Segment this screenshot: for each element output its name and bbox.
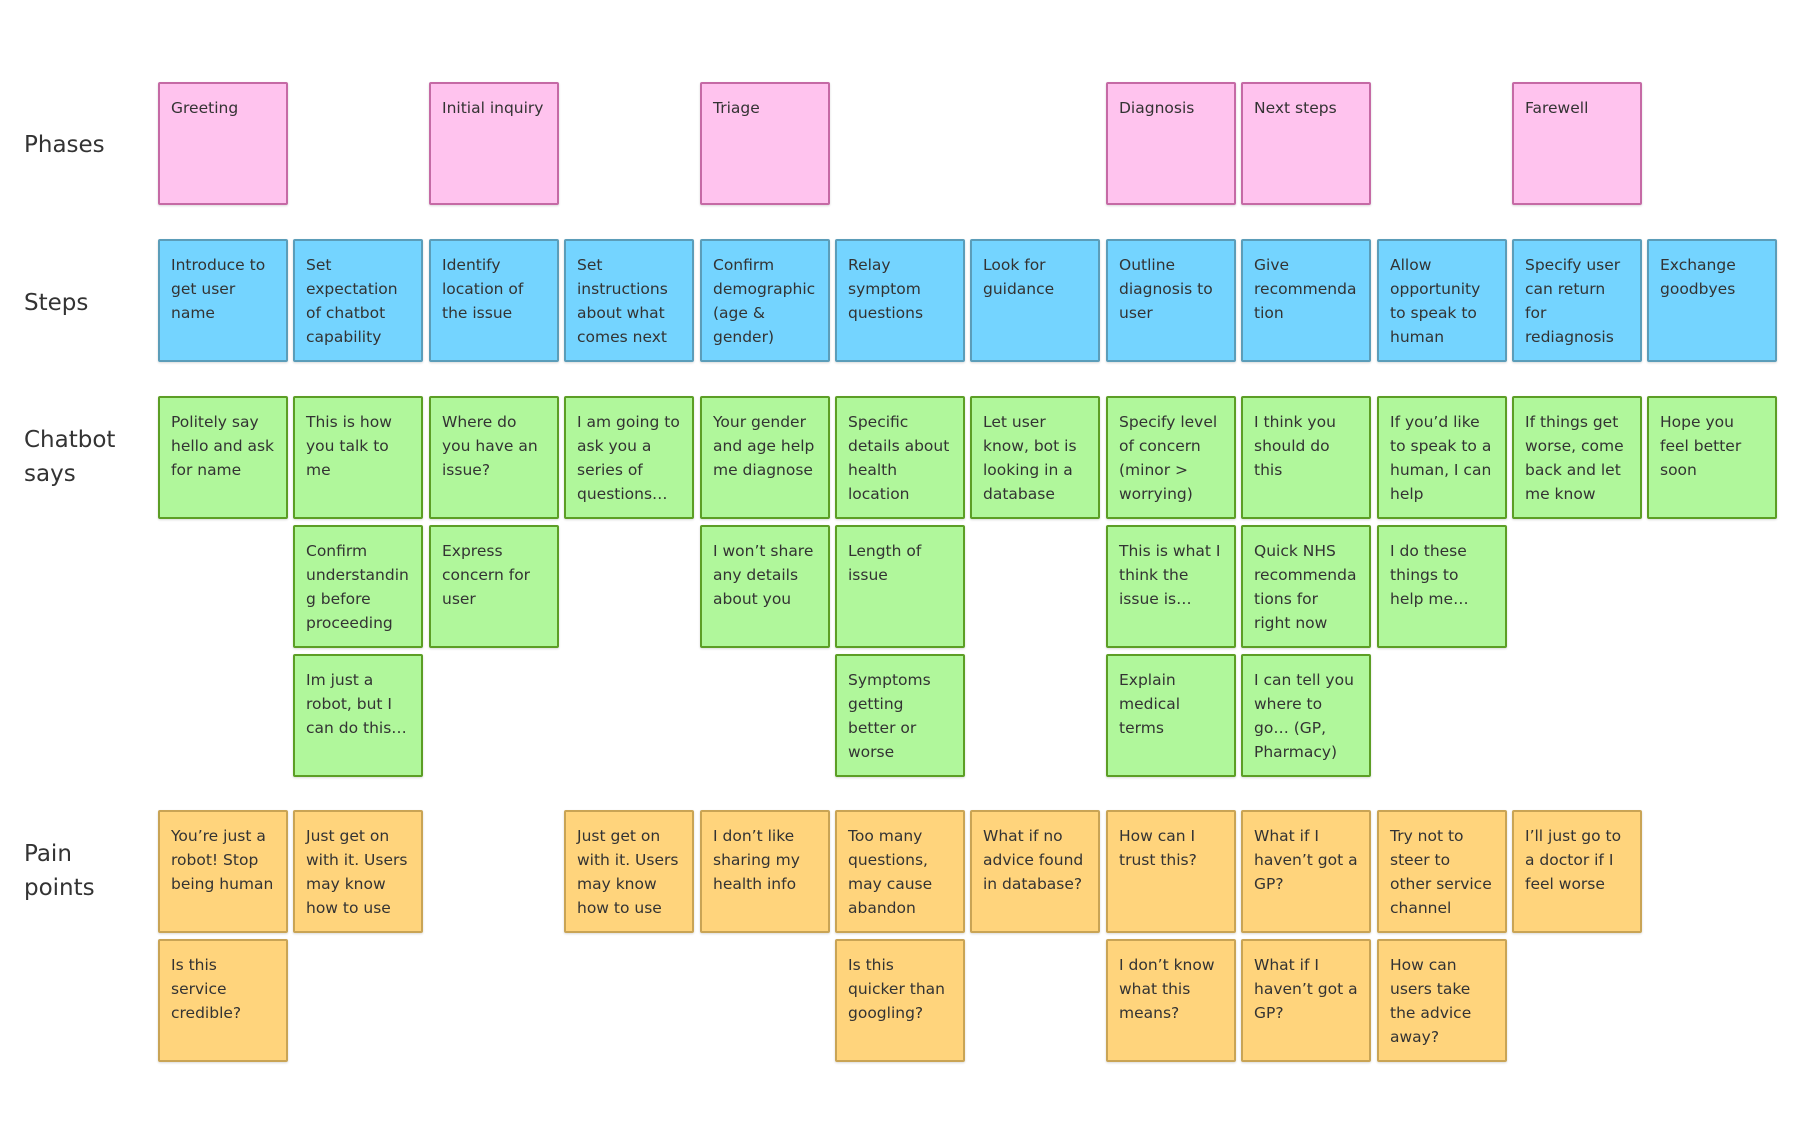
pain-point-sticky[interactable]: What if no advice found in database? <box>970 810 1100 933</box>
step-sticky[interactable]: Allow opportunity to speak to human <box>1377 239 1507 362</box>
chatbot-says-sticky[interactable]: Length of issue <box>835 525 965 648</box>
step-sticky[interactable]: Set instructions about what comes next <box>564 239 694 362</box>
pain-point-sticky[interactable]: I don’t like sharing my health info <box>700 810 830 933</box>
pain-point-sticky[interactable]: Just get on with it. Users may know how … <box>564 810 694 933</box>
chatbot-says-sticky[interactable]: I won’t share any details about you <box>700 525 830 648</box>
chatbot-says-sticky[interactable]: I can tell you where to go… (GP, Pharmac… <box>1241 654 1371 777</box>
phase-sticky[interactable]: Greeting <box>158 82 288 205</box>
pain-point-sticky[interactable]: What if I haven’t got a GP? <box>1241 939 1371 1062</box>
chatbot-says-sticky[interactable]: Let user know, bot is looking in a datab… <box>970 396 1100 519</box>
step-sticky[interactable]: Relay symptom questions <box>835 239 965 362</box>
pain-point-sticky[interactable]: Try not to steer to other service channe… <box>1377 810 1507 933</box>
phase-sticky[interactable]: Next steps <box>1241 82 1371 205</box>
row-label-steps: Steps <box>24 290 89 316</box>
step-sticky[interactable]: Set expectation of chatbot capability <box>293 239 423 362</box>
phase-sticky[interactable]: Farewell <box>1512 82 1642 205</box>
row-label-phases: Phases <box>24 132 105 158</box>
chatbot-says-sticky[interactable]: Quick NHS recommendations for right now <box>1241 525 1371 648</box>
phase-sticky[interactable]: Diagnosis <box>1106 82 1236 205</box>
pain-point-sticky[interactable]: I’ll just go to a doctor if I feel worse <box>1512 810 1642 933</box>
pain-point-sticky[interactable]: How can I trust this? <box>1106 810 1236 933</box>
step-sticky[interactable]: Look for guidance <box>970 239 1100 362</box>
chatbot-says-sticky[interactable]: Express concern for user <box>429 525 559 648</box>
chatbot-says-sticky[interactable]: This is what I think the issue is… <box>1106 525 1236 648</box>
step-sticky[interactable]: Specify user can return for rediagnosis <box>1512 239 1642 362</box>
chatbot-says-sticky[interactable]: Hope you feel better soon <box>1647 396 1777 519</box>
chatbot-says-sticky[interactable]: Im just a robot, but I can do this… <box>293 654 423 777</box>
step-sticky[interactable]: Give recommendation <box>1241 239 1371 362</box>
pain-point-sticky[interactable]: You’re just a robot! Stop being human <box>158 810 288 933</box>
chatbot-says-sticky[interactable]: Where do you have an issue? <box>429 396 559 519</box>
step-sticky[interactable]: Exchange goodbyes <box>1647 239 1777 362</box>
chatbot-says-sticky[interactable]: Explain medical terms <box>1106 654 1236 777</box>
pain-point-sticky[interactable]: Too many questions, may cause abandon <box>835 810 965 933</box>
chatbot-says-sticky[interactable]: Specify level of concern (minor > worryi… <box>1106 396 1236 519</box>
chatbot-says-sticky[interactable]: If you’d like to speak to a human, I can… <box>1377 396 1507 519</box>
phase-sticky[interactable]: Initial inquiry <box>429 82 559 205</box>
pain-point-sticky[interactable]: I don’t know what this means? <box>1106 939 1236 1062</box>
row-label-chatbot-says: Chatbot says <box>24 427 116 487</box>
chatbot-says-sticky[interactable]: This is how you talk to me <box>293 396 423 519</box>
pain-point-sticky[interactable]: What if I haven’t got a GP? <box>1241 810 1371 933</box>
chatbot-says-sticky[interactable]: I am going to ask you a series of questi… <box>564 396 694 519</box>
row-label-pain-points: Pain points <box>24 841 95 901</box>
chatbot-says-sticky[interactable]: Confirm understanding before proceeding <box>293 525 423 648</box>
step-sticky[interactable]: Introduce to get user name <box>158 239 288 362</box>
chatbot-says-sticky[interactable]: Politely say hello and ask for name <box>158 396 288 519</box>
chatbot-says-sticky[interactable]: Specific details about health location <box>835 396 965 519</box>
pain-point-sticky[interactable]: How can users take the advice away? <box>1377 939 1507 1062</box>
pain-point-sticky[interactable]: Is this quicker than googling? <box>835 939 965 1062</box>
chatbot-says-sticky[interactable]: I do these things to help me… <box>1377 525 1507 648</box>
step-sticky[interactable]: Identify location of the issue <box>429 239 559 362</box>
phase-sticky[interactable]: Triage <box>700 82 830 205</box>
step-sticky[interactable]: Outline diagnosis to user <box>1106 239 1236 362</box>
chatbot-says-sticky[interactable]: If things get worse, come back and let m… <box>1512 396 1642 519</box>
pain-point-sticky[interactable]: Just get on with it. Users may know how … <box>293 810 423 933</box>
step-sticky[interactable]: Confirm demographic (age & gender) <box>700 239 830 362</box>
chatbot-says-sticky[interactable]: Your gender and age help me diagnose <box>700 396 830 519</box>
pain-point-sticky[interactable]: Is this service credible? <box>158 939 288 1062</box>
chatbot-says-sticky[interactable]: I think you should do this <box>1241 396 1371 519</box>
chatbot-says-sticky[interactable]: Symptoms getting better or worse <box>835 654 965 777</box>
